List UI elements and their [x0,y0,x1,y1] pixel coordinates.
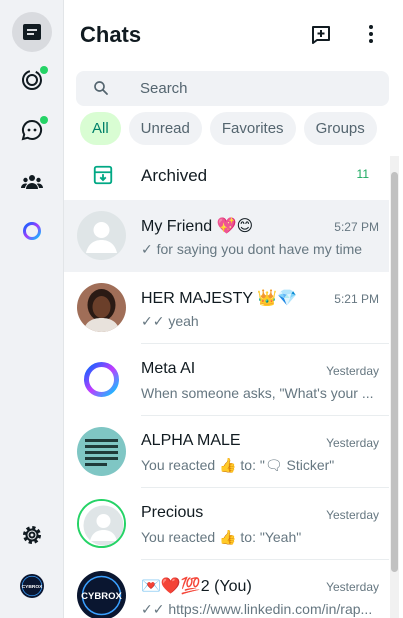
avatar [77,427,126,476]
default-avatar-icon [79,501,124,546]
status-unread-dot [40,66,48,74]
archive-icon [93,165,113,185]
chat-time: 5:27 PM [334,220,379,234]
chat-row[interactable]: ALPHA MALE Yesterday You reacted 👍 to: "… [64,416,389,488]
profile-avatar: CYBROX [20,574,44,598]
chat-time: Yesterday [326,508,379,522]
filter-chips: All Unread Favorites Groups [80,112,377,145]
chat-name: ALPHA MALE [141,432,241,449]
chat-list-scrollbar[interactable] [390,156,399,618]
photo-avatar [77,427,126,476]
menu-button[interactable] [357,20,385,48]
status-nav-button[interactable] [12,60,52,100]
archived-count: 11 [356,167,369,181]
avatar [77,499,126,548]
chat-row[interactable]: Precious Yesterday You reacted 👍 to: "Ye… [64,488,389,560]
avatar [77,211,126,260]
filter-chip-groups[interactable]: Groups [303,112,377,145]
chat-row[interactable]: Meta AI Yesterday When someone asks, "Wh… [64,344,389,416]
gear-icon [23,526,41,544]
chat-row[interactable]: My Friend 💖😊 5:27 PM ✓ for saying you do… [64,200,389,272]
chat-list: My Friend 💖😊 5:27 PM ✓ for saying you do… [64,200,389,618]
chat-preview: When someone asks, "What's your ... [141,385,374,401]
photo-avatar: CYBROX [77,571,126,618]
chat-preview: ✓ for saying you dont have my time [141,241,363,257]
avatar [77,355,126,404]
chat-preview: You reacted 👍 to: "🗨 Sticker" [141,457,335,473]
nav-rail: CYBROX [0,0,64,618]
search-input[interactable] [140,71,370,106]
chat-time: Yesterday [326,580,379,594]
chats-nav-button[interactable] [12,12,52,52]
chats-icon [23,24,41,40]
meta-ai-nav-button[interactable] [12,211,52,251]
search-icon [94,81,108,95]
meta-ai-icon [23,222,41,240]
default-avatar-icon [77,211,126,260]
archived-row[interactable]: Archived 11 [64,156,389,196]
avatar [77,283,126,332]
chat-preview: ✓✓ https://www.linkedin.com/in/rap... [141,601,373,617]
communities-nav-button[interactable] [12,162,52,202]
chat-list-panel: Chats All Unread Favorites Groups [64,0,403,618]
chat-preview: You reacted 👍 to: "Yeah" [141,529,302,545]
chat-time: Yesterday [326,364,379,378]
chat-name: Precious [141,504,204,521]
chat-name: 💌❤️💯2 (You) [141,578,252,595]
profile-avatar-text: CYBROX [22,584,44,590]
new-chat-icon [312,26,330,44]
profile-avatar-button[interactable]: CYBROX [12,566,52,606]
chat-time: Yesterday [326,436,379,450]
chat-avatar-text: CYBROX [81,591,122,602]
kebab-menu-icon [369,25,373,43]
scrollbar-thumb[interactable] [391,172,398,572]
filter-chip-all[interactable]: All [80,112,121,145]
chat-name: HER MAJESTY 👑💎 [141,290,298,307]
chat-time: 5:21 PM [334,292,379,306]
chat-row[interactable]: HER MAJESTY 👑💎 5:21 PM ✓✓ yeah [64,272,389,344]
chat-row[interactable]: CYBROX 💌❤️💯2 (You) Yesterday ✓✓ https://… [64,560,389,618]
chat-preview: ✓✓ yeah [141,313,199,329]
photo-avatar [77,283,126,332]
channels-nav-button[interactable] [12,110,52,150]
new-chat-button[interactable] [307,20,335,48]
chat-name: Meta AI [141,360,196,377]
settings-nav-button[interactable] [12,515,52,555]
filter-chip-favorites[interactable]: Favorites [209,112,296,145]
avatar: CYBROX [77,571,126,618]
archived-label: Archived [141,166,208,185]
search-bar [76,71,389,106]
page-title: Chats [80,22,142,47]
communities-icon [21,175,43,189]
chat-name: My Friend 💖😊 [141,218,254,235]
channels-unread-dot [40,116,48,124]
filter-chip-unread[interactable]: Unread [128,112,202,145]
meta-ai-avatar-icon [77,355,126,404]
